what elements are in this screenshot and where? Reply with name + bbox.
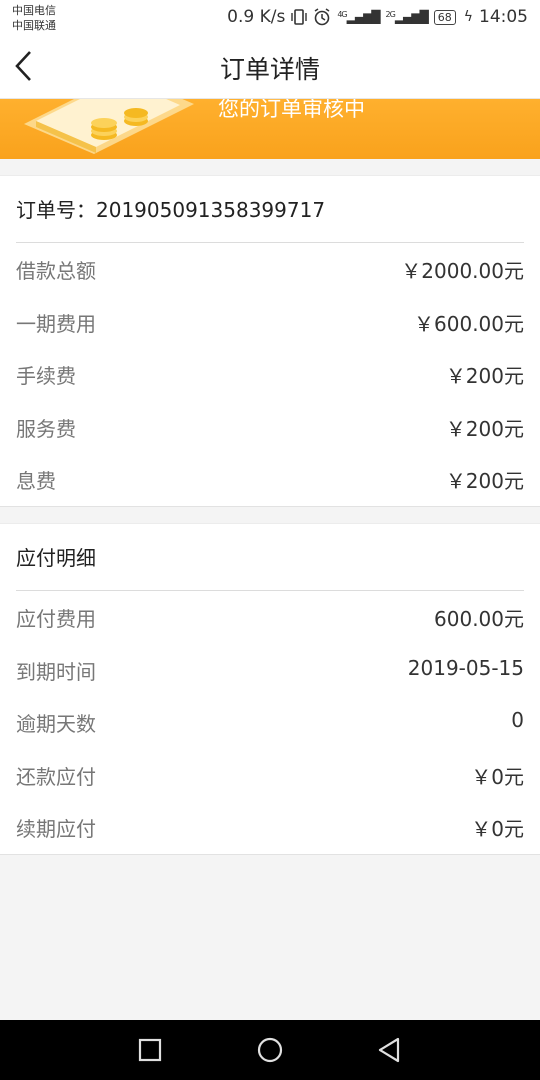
charging-icon: ϟ xyxy=(463,9,473,25)
page-title: 订单详情 xyxy=(219,55,320,84)
row-value: ￥0元 xyxy=(471,764,524,789)
row-label: 逾期天数 xyxy=(16,712,96,736)
signal-4g-icon: 4G▂▄▆█ xyxy=(337,10,380,24)
carrier-info: 中国电信 中国联通 xyxy=(12,3,56,33)
clock: 14:05 xyxy=(479,7,528,27)
battery-level: 68 xyxy=(437,10,452,24)
row-label: 续期应付 xyxy=(16,817,96,841)
row-label: 服务费 xyxy=(16,416,76,441)
row-value: ￥200元 xyxy=(445,469,524,493)
list-item: 逾期天数 0 xyxy=(16,696,524,749)
coins-illustration xyxy=(24,99,194,154)
order-number-row: 订单号：201905091358399717 xyxy=(16,176,524,243)
row-value: ￥2000.00元 xyxy=(401,259,524,283)
carrier-1: 中国电信 xyxy=(12,4,56,17)
circle-icon xyxy=(257,1037,283,1063)
row-value: ￥200元 xyxy=(445,364,524,388)
list-item: 到期时间 2019-05-15 xyxy=(16,644,524,697)
banner-status-text: 您的订单审核中 xyxy=(218,99,365,121)
payable-card: 应付明细 应付费用 600.00元 到期时间 2019-05-15 逾期天数 0… xyxy=(0,523,540,855)
row-value: 2019-05-15 xyxy=(407,655,524,680)
row-label: 一期费用 xyxy=(16,311,96,336)
status-bar: 中国电信 中国联通 0.9 K/s 4G▂▄▆█ 2G▂▄▆█ 68 ϟ 14:… xyxy=(0,0,540,36)
signal-2g-icon: 2G▂▄▆█ xyxy=(385,10,429,24)
nav-bar: 订单详情 xyxy=(0,36,540,99)
status-indicators: 0.9 K/s 4G▂▄▆█ 2G▂▄▆█ 68 ϟ 14:05 xyxy=(227,6,528,28)
list-item: 应付费用 600.00元 xyxy=(16,591,524,644)
carrier-2: 中国联通 xyxy=(12,19,56,32)
row-label: 手续费 xyxy=(16,364,76,388)
row-label: 到期时间 xyxy=(16,659,96,684)
battery-icon: 68 xyxy=(433,9,456,25)
list-item: 手续费 ￥200元 xyxy=(16,348,524,401)
network-type-2: 2G xyxy=(385,10,396,19)
payable-title: 应付明细 xyxy=(16,546,96,570)
row-value: ￥200元 xyxy=(445,416,524,441)
row-value: ￥0元 xyxy=(471,817,524,841)
row-label: 应付费用 xyxy=(16,607,96,631)
list-item: 还款应付 ￥0元 xyxy=(16,749,524,802)
row-label: 还款应付 xyxy=(16,764,96,789)
payable-header: 应付明细 xyxy=(16,524,524,591)
list-item: 借款总额 ￥2000.00元 xyxy=(16,243,524,296)
row-value: 600.00元 xyxy=(434,607,524,631)
triangle-left-icon xyxy=(378,1037,400,1063)
network-type-1: 4G xyxy=(337,10,347,19)
row-value: 0 xyxy=(511,708,524,732)
list-item: 服务费 ￥200元 xyxy=(16,401,524,454)
row-value: ￥600.00元 xyxy=(414,311,524,336)
row-label: 借款总额 xyxy=(16,259,96,283)
list-item: 息费 ￥200元 xyxy=(16,453,524,506)
status-banner: 您的订单审核中 xyxy=(0,99,540,159)
home-button[interactable] xyxy=(256,1036,284,1064)
alarm-icon xyxy=(314,8,330,26)
vibrate-icon xyxy=(291,9,308,25)
back-nav-button[interactable] xyxy=(376,1036,404,1064)
network-speed: 0.9 K/s xyxy=(227,7,286,27)
system-nav-bar xyxy=(0,1020,540,1080)
row-label: 息费 xyxy=(16,469,56,493)
order-card: 订单号：201905091358399717 借款总额 ￥2000.00元 一期… xyxy=(0,175,540,507)
list-item: 一期费用 ￥600.00元 xyxy=(16,296,524,349)
recent-apps-button[interactable] xyxy=(136,1036,164,1064)
order-number: 订单号：201905091358399717 xyxy=(16,198,326,222)
list-item: 续期应付 ￥0元 xyxy=(16,801,524,854)
square-icon xyxy=(138,1038,162,1062)
